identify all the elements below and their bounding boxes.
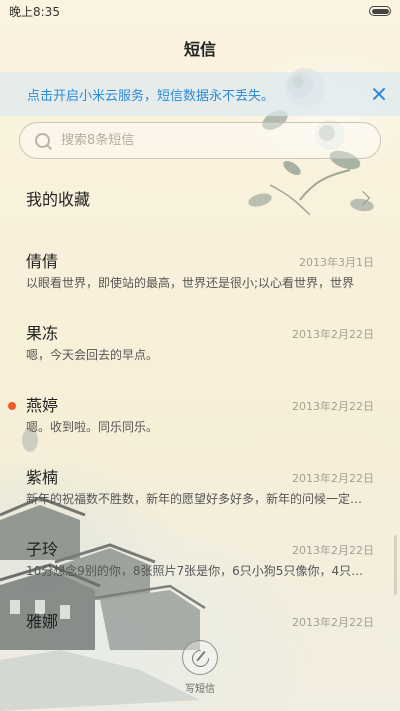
message-date: 2013年2月22日 — [292, 472, 374, 485]
compose-label: 写短信 — [185, 684, 215, 695]
message-list: 倩倩 2013年3月1日 以眼看世界，即使站的最高，世界还是很小;以心看世界，世… — [0, 234, 400, 666]
message-date: 2013年2月22日 — [292, 328, 374, 341]
page-title: 短信 — [183, 40, 216, 59]
message-item[interactable]: 紫楠 2013年2月22日 新年的祝福数不胜数，新年的愿望好多好多，新年的问候一… — [0, 450, 400, 522]
message-date: 2013年2月22日 — [292, 400, 374, 413]
status-bar: 晚上8:35 — [0, 0, 400, 22]
message-item[interactable]: 倩倩 2013年3月1日 以眼看世界，即使站的最高，世界还是很小;以心看世界，世… — [0, 234, 400, 306]
compose-button[interactable]: 写短信 — [175, 640, 225, 695]
message-preview: 10分想念9别的你，8张照片7张是你，6只小狗5只像你，4只蜜蜂 — [26, 564, 371, 578]
message-preview: 新年的祝福数不胜数，新年的愿望好多好多，新年的问候一定要送 — [26, 492, 371, 506]
message-date: 2013年2月22日 — [292, 544, 374, 557]
message-preview: 以眼看世界，即使站的最高，世界还是很小;以心看世界，世界 — [26, 276, 355, 290]
unread-dot — [8, 402, 16, 410]
message-item[interactable]: 子玲 2013年2月22日 10分想念9别的你，8张照片7张是你，6只小狗5只像… — [0, 522, 400, 594]
message-date: 2013年2月22日 — [292, 616, 374, 629]
search-icon — [33, 131, 53, 151]
favorites-row[interactable]: 我的收藏 — [0, 173, 400, 223]
search-bar[interactable] — [19, 122, 381, 159]
contact-name: 倩倩 — [26, 252, 59, 271]
favorites-label: 我的收藏 — [26, 190, 91, 209]
banner-text[interactable]: 点击开启小米云服务，短信数据永不丢失。 — [27, 85, 370, 104]
contact-name: 子玲 — [26, 540, 59, 559]
message-item[interactable]: 燕婷 2013年2月22日 嗯。收到啦。同乐同乐。 — [0, 378, 400, 450]
status-time: 晚上8:35 — [9, 4, 60, 19]
compose-icon — [182, 640, 218, 675]
scrollbar[interactable] — [394, 535, 397, 595]
contact-name: 紫楠 — [26, 468, 59, 487]
message-date: 2013年3月1日 — [299, 256, 374, 269]
message-item[interactable]: 果冻 2013年2月22日 嗯，今天会回去的早点。 — [0, 306, 400, 378]
search-input[interactable] — [61, 133, 361, 148]
message-preview: 嗯。收到啦。同乐同乐。 — [26, 420, 159, 434]
contact-name: 燕婷 — [26, 396, 59, 415]
cloud-service-banner[interactable]: 点击开启小米云服务，短信数据永不丢失。 — [0, 72, 400, 116]
message-preview: 嗯，今天会回去的早点。 — [26, 348, 159, 362]
chevron-right-icon — [355, 190, 371, 206]
contact-name: 雅娜 — [26, 612, 59, 631]
battery-icon — [369, 6, 391, 16]
contact-name: 果冻 — [26, 324, 59, 343]
close-icon[interactable] — [370, 85, 388, 103]
